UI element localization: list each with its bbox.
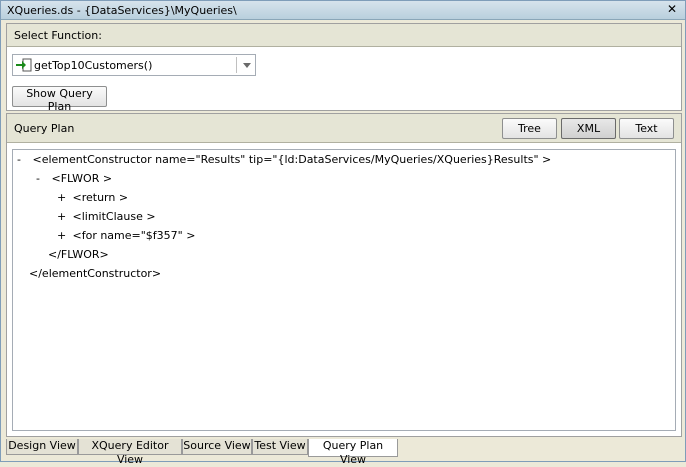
collapse-icon[interactable]: - (17, 153, 29, 166)
title-bar: XQueries.ds - {DataServices}\MyQueries\ … (1, 1, 685, 20)
tree-node[interactable]: - <elementConstructor name="Results" tip… (17, 153, 551, 166)
tree-node[interactable]: + <for name="$f357" > (57, 229, 195, 242)
show-query-plan-button[interactable]: Show Query Plan (12, 86, 107, 113)
collapse-icon[interactable]: - (36, 172, 48, 185)
window-title: XQueries.ds - {DataServices}\MyQueries\ (7, 4, 237, 17)
query-plan-panel: Query Plan Tree XML Text - <elementConst… (6, 113, 682, 437)
close-icon[interactable]: ✕ (665, 2, 679, 16)
function-arrow-icon (16, 58, 32, 72)
tree-node[interactable]: + <limitClause > (57, 210, 156, 223)
text-view-button[interactable]: Text (619, 118, 674, 139)
tree-view-button[interactable]: Tree (502, 118, 557, 139)
tree-node-text: <elementConstructor name="Results" tip="… (32, 153, 552, 166)
tree-node-text: <return > (72, 191, 129, 204)
tab-xquery-editor-view[interactable]: XQuery Editor View (78, 439, 182, 466)
tab-design-view[interactable]: Design View (6, 439, 78, 455)
tab-test-view[interactable]: Test View (252, 439, 308, 455)
expand-icon[interactable]: + (57, 191, 69, 204)
expand-icon[interactable]: + (57, 229, 69, 242)
function-select-value: getTop10Customers() (34, 59, 153, 72)
tree-node[interactable]: </FLWOR> (48, 248, 109, 261)
query-plan-header: Query Plan Tree XML Text (7, 114, 681, 143)
expand-icon[interactable]: + (57, 210, 69, 223)
select-function-header: Select Function: (7, 24, 681, 47)
select-function-label: Select Function: (14, 29, 102, 42)
tree-node-text: </FLWOR> (48, 248, 109, 261)
tree-node[interactable]: - <FLWOR > (36, 172, 112, 185)
query-plan-window: XQueries.ds - {DataServices}\MyQueries\ … (0, 0, 686, 466)
query-plan-tree: - <elementConstructor name="Results" tip… (12, 149, 676, 431)
tree-node[interactable]: </elementConstructor> (29, 267, 161, 280)
chevron-down-icon[interactable] (243, 63, 251, 68)
tree-node[interactable]: + <return > (57, 191, 128, 204)
tree-node-text: <limitClause > (72, 210, 156, 223)
function-select[interactable]: getTop10Customers() (12, 54, 256, 76)
tab-query-plan-view[interactable]: Query Plan View (308, 439, 398, 466)
query-plan-label: Query Plan (14, 122, 75, 135)
xml-view-button[interactable]: XML (561, 118, 616, 139)
tree-node-text: </elementConstructor> (29, 267, 162, 280)
select-divider (236, 57, 237, 73)
tree-node-text: <for name="$f357" > (72, 229, 196, 242)
tree-node-text: <FLWOR > (51, 172, 113, 185)
select-function-panel: Select Function: getTop10Customers() Sho… (6, 23, 682, 113)
tab-source-view[interactable]: Source View (182, 439, 252, 455)
